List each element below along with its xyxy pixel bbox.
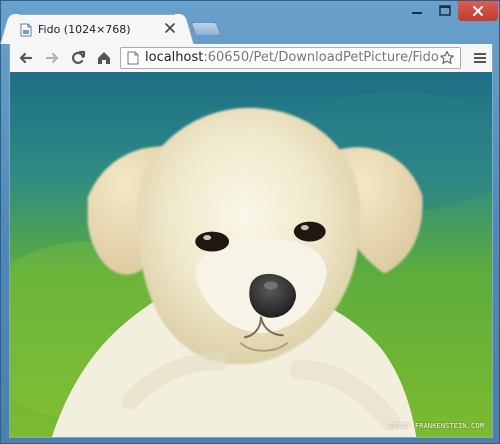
menu-icon (474, 53, 486, 63)
image-file-icon (20, 23, 32, 37)
maximize-icon (439, 5, 451, 16)
maximize-button[interactable] (431, 1, 459, 21)
close-window-button[interactable] (458, 1, 498, 21)
close-icon[interactable] (164, 22, 176, 34)
url-path: :60650/Pet/DownloadPetPicture/Fido (203, 50, 439, 65)
titlebar: Fido (1024×768) (1, 1, 500, 44)
minimize-icon (412, 12, 422, 14)
menu-button[interactable] (470, 48, 490, 68)
browser-window: Fido (1024×768) localhost:60650/Pet/Down… (0, 0, 500, 444)
new-tab-button[interactable] (190, 22, 222, 36)
page-icon (127, 51, 139, 65)
reload-icon (71, 50, 86, 64)
url-text: localhost:60650/Pet/DownloadPetPicture/F… (145, 50, 439, 66)
back-button[interactable] (16, 48, 36, 68)
reload-button[interactable] (68, 48, 88, 68)
forward-button[interactable] (42, 48, 62, 68)
active-tab[interactable]: Fido (1024×768) (9, 14, 185, 44)
image-viewer: CRAZY FRANKENSTEIN.COM (9, 72, 493, 438)
arrow-left-icon (19, 52, 33, 64)
close-icon (473, 6, 483, 16)
address-bar[interactable]: localhost:60650/Pet/DownloadPetPicture/F… (120, 47, 461, 69)
browser-toolbar: localhost:60650/Pet/DownloadPetPicture/F… (9, 44, 493, 72)
star-icon[interactable] (439, 50, 455, 66)
arrow-right-icon (45, 52, 59, 64)
photo-watermark: CRAZY FRANKENSTEIN.COM (389, 422, 484, 430)
puppy-photo (10, 72, 492, 437)
home-icon (98, 52, 110, 64)
tab-title: Fido (1024×768) (38, 23, 131, 36)
url-host: localhost (145, 50, 204, 65)
home-button[interactable] (94, 48, 114, 68)
minimize-button[interactable] (403, 1, 431, 21)
